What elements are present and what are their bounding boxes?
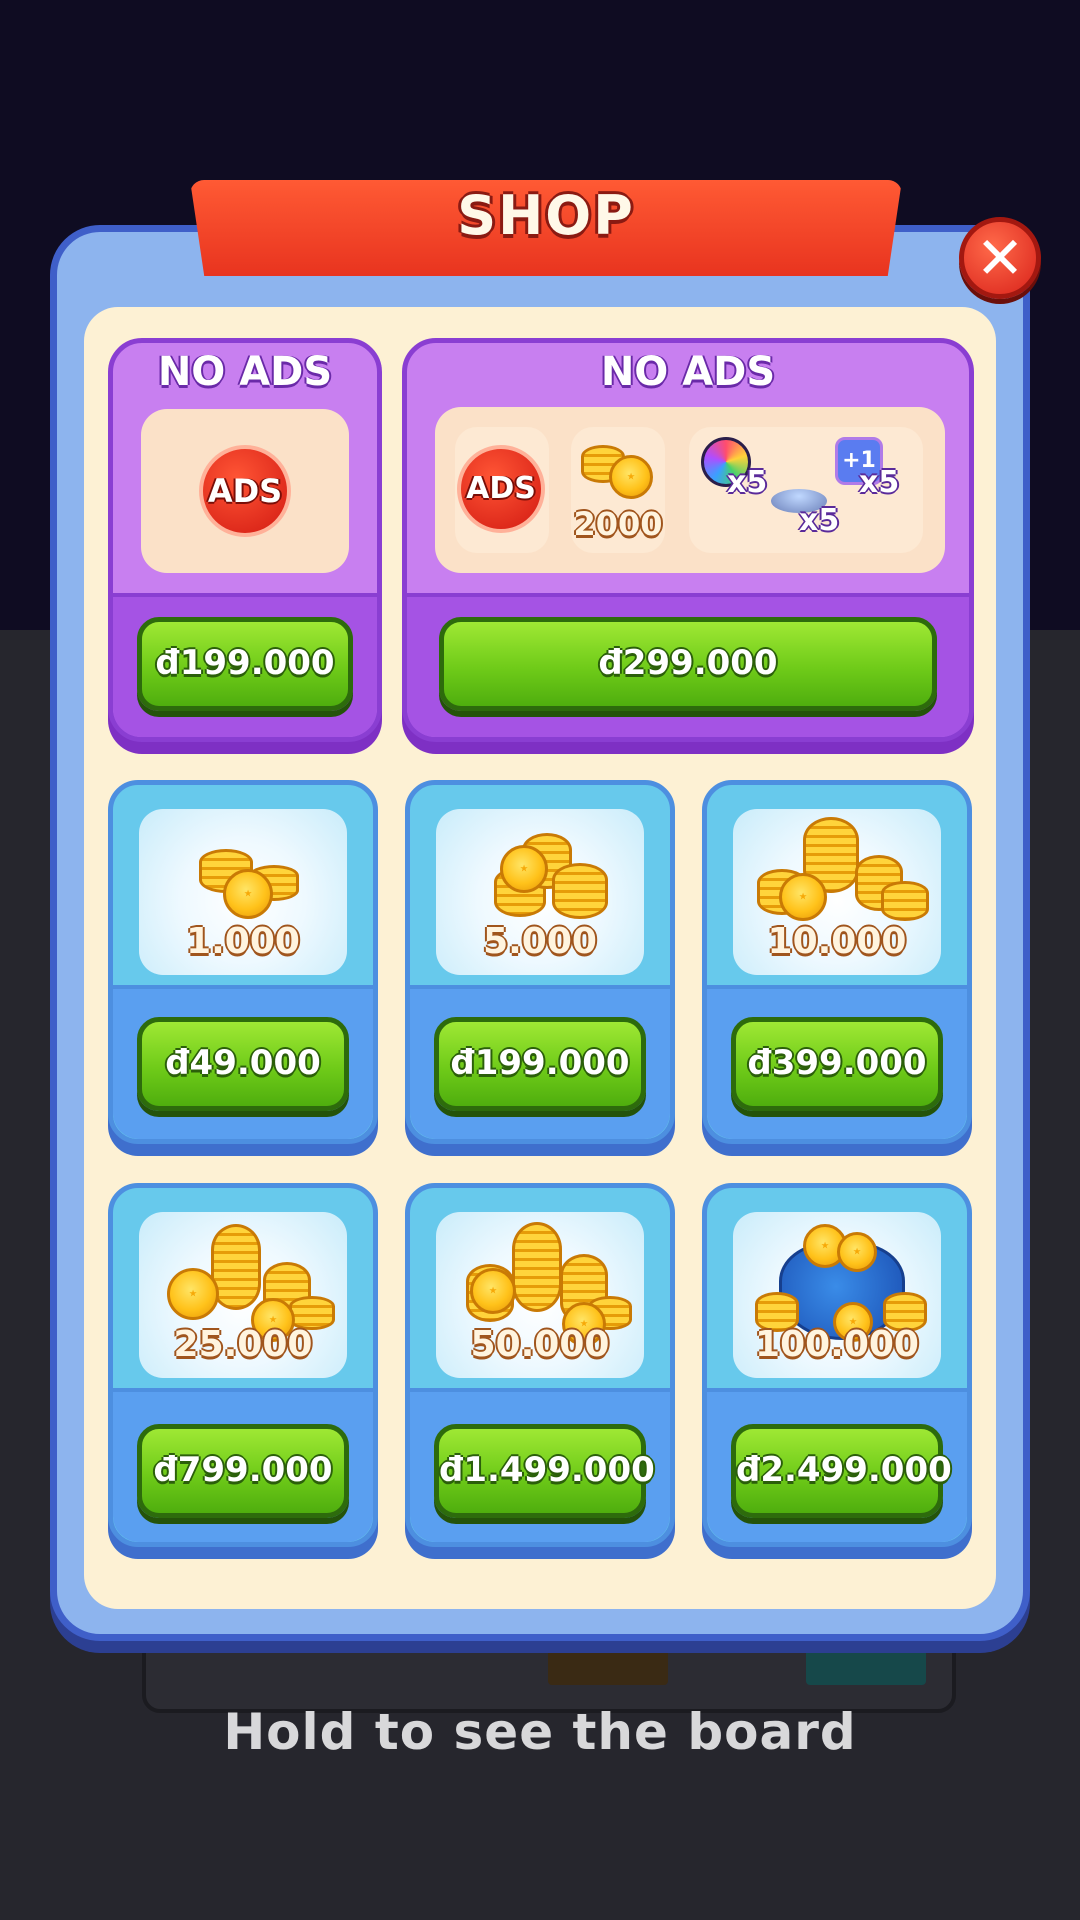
hold-to-see-board-hint[interactable]: Hold to see the board — [0, 1703, 1080, 1761]
buy-coins-button[interactable]: đ49.000 — [137, 1017, 349, 1111]
coin-amount: 10.000 — [767, 921, 907, 962]
board-cell-brown — [548, 1645, 668, 1685]
coin-pack-card: 25.000 đ799.000 — [108, 1183, 378, 1547]
no-ads-title: NO ADS — [157, 349, 333, 395]
coin-pack-image: 5.000 — [436, 809, 644, 975]
coin-stack-icon — [552, 863, 608, 919]
no-ads-card: NO ADS ADS đ199.000 — [108, 338, 382, 742]
coin-pack-image: 50.000 — [436, 1212, 644, 1378]
coin-amount: 1.000 — [186, 921, 300, 962]
coin-amount: 5.000 — [483, 921, 597, 962]
buy-no-ads-button[interactable]: đ199.000 — [137, 617, 353, 711]
coin-pack-card: 50.000 đ1.499.000 — [405, 1183, 675, 1547]
bundle-contents-box: ADS 2000 x5 +1 x5 x5 — [435, 407, 945, 573]
no-ads-bundle-title: NO ADS — [600, 349, 776, 395]
bundle-coin-amount: 2000 — [573, 505, 663, 543]
coin-icon — [223, 869, 273, 919]
buy-coins-button[interactable]: đ2.499.000 — [731, 1424, 952, 1518]
bundle-boosters-slot: x5 +1 x5 x5 — [689, 427, 923, 553]
buy-coins-button[interactable]: đ399.000 — [731, 1017, 943, 1111]
coin-amount: 50.000 — [470, 1324, 610, 1365]
bundle-ads-slot: ADS — [455, 427, 549, 553]
coin-icon — [837, 1232, 877, 1272]
bundle-coins-slot: 2000 — [571, 427, 665, 553]
no-ads-bundle-card: NO ADS ADS 2000 x5 +1 x5 x5 đ299.000 — [402, 338, 974, 742]
coin-pack-card: 100.000 đ2.499.000 — [702, 1183, 972, 1547]
close-icon: ✕ — [975, 224, 1025, 292]
no-ads-icon: ADS — [457, 445, 545, 533]
coin-amount: 100.000 — [755, 1324, 919, 1365]
coin-amount: 25.000 — [173, 1324, 313, 1365]
shop-title: SHOP — [457, 184, 635, 247]
buy-coins-button[interactable]: đ799.000 — [137, 1424, 349, 1518]
coin-pack-image: 25.000 — [139, 1212, 347, 1378]
coin-stack-icon — [512, 1222, 562, 1312]
board-cell-teal — [806, 1645, 926, 1685]
coin-pack-image: 100.000 — [733, 1212, 941, 1378]
coin-pack-card: 5.000 đ199.000 — [405, 780, 675, 1144]
no-ads-image-box: ADS — [141, 409, 349, 573]
buy-coins-button[interactable]: đ1.499.000 — [434, 1424, 655, 1518]
coin-pack-card: 1.000 đ49.000 — [108, 780, 378, 1144]
coin-icon — [609, 455, 653, 499]
coin-pack-card: 10.000 đ399.000 — [702, 780, 972, 1144]
coin-pack-image: 10.000 — [733, 809, 941, 975]
no-ads-icon: ADS — [199, 445, 291, 537]
coin-icon — [779, 873, 827, 921]
ufo-qty: x5 — [799, 503, 840, 538]
magnet-qty: x5 — [727, 465, 768, 500]
coin-icon — [167, 1268, 219, 1320]
coin-pack-image: 1.000 — [139, 809, 347, 975]
coin-icon — [470, 1268, 516, 1314]
close-button[interactable]: ✕ — [959, 217, 1041, 299]
buy-no-ads-bundle-button[interactable]: đ299.000 — [439, 617, 937, 711]
plus-one-qty: x5 — [859, 465, 900, 500]
buy-coins-button[interactable]: đ199.000 — [434, 1017, 646, 1111]
coin-icon — [500, 845, 548, 893]
coin-stack-icon — [881, 881, 929, 921]
